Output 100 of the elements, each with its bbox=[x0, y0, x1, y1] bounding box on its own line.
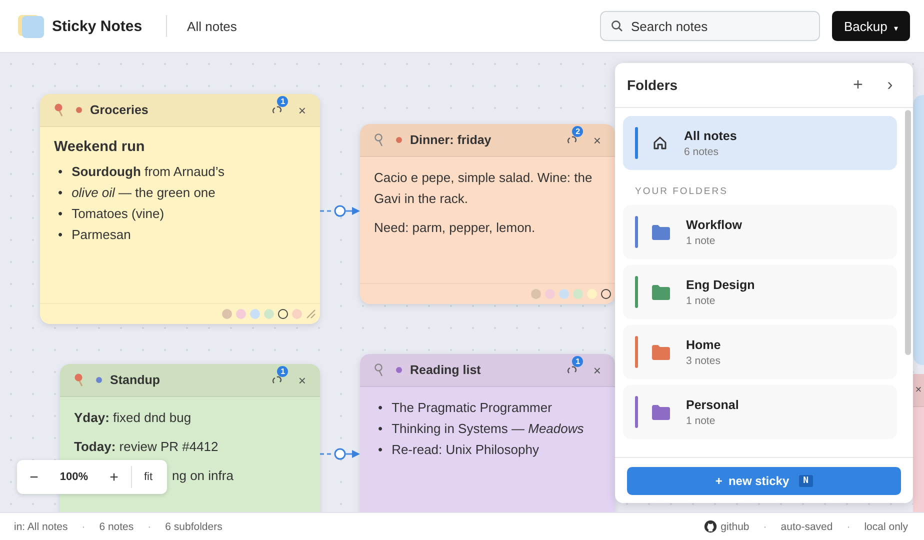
folder-item[interactable]: Eng Design 1 note bbox=[623, 265, 897, 319]
color-swatch[interactable] bbox=[601, 289, 611, 299]
link-count-badge: 1 bbox=[277, 96, 288, 107]
resize-handle-icon[interactable] bbox=[306, 309, 316, 319]
list-item: Sourdough from Arnaud’s bbox=[72, 163, 224, 181]
bullet: • bbox=[378, 420, 383, 438]
folder-color-bar bbox=[635, 127, 638, 159]
color-swatch[interactable] bbox=[531, 289, 541, 299]
logo-icon bbox=[17, 14, 44, 38]
status-text: local only bbox=[864, 520, 908, 532]
color-swatch[interactable] bbox=[236, 309, 246, 319]
bullet: • bbox=[378, 399, 383, 417]
panel-title: Folders bbox=[627, 77, 678, 93]
section-label: YOUR FOLDERS bbox=[635, 186, 729, 197]
bullet: • bbox=[58, 184, 63, 202]
zoom-out-button[interactable]: − bbox=[23, 468, 45, 486]
note-count: 3 notes bbox=[686, 354, 721, 366]
color-swatch[interactable] bbox=[278, 309, 288, 319]
breadcrumb[interactable]: All notes bbox=[187, 18, 237, 34]
note-title: Reading list bbox=[410, 363, 481, 377]
sticky-note[interactable]: Reading list 1 × • The Pragmatic Programmer • Thinking in Systems — Meadows • Re-read: Unix Philosophy bbox=[360, 354, 615, 512]
search-field[interactable]: Search notes bbox=[600, 11, 820, 41]
folder-icon bbox=[652, 284, 670, 300]
connector-drawing bbox=[320, 205, 360, 217]
folder-icon bbox=[652, 344, 670, 360]
note-count: 1 note bbox=[686, 234, 716, 246]
link-icon[interactable] bbox=[567, 135, 578, 145]
list-item: Parmesan bbox=[72, 226, 131, 244]
note-text: ng on infra bbox=[172, 468, 234, 483]
link-icon[interactable] bbox=[272, 105, 282, 115]
new-sticky-button[interactable]: + new sticky N bbox=[627, 466, 901, 494]
color-swatch[interactable] bbox=[264, 309, 274, 319]
sticky-note[interactable]: Groceries 1 × Weekend run • Sourdough from Arnaud’s • olive oil — the green one • Tomatoes (vine) • Parmesan bbox=[40, 94, 320, 324]
link-count-badge: 1 bbox=[572, 356, 584, 367]
note-text: Today: review PR #4412 bbox=[74, 438, 220, 456]
note-text: Cacio e pepe, simple salad. Wine: the Gavi in the rack. bbox=[374, 169, 594, 208]
pin-icon[interactable] bbox=[374, 363, 384, 377]
folder-name: Personal bbox=[686, 398, 739, 412]
color-swatch[interactable] bbox=[292, 309, 302, 319]
color-swatch[interactable] bbox=[222, 309, 232, 319]
bullet: • bbox=[58, 163, 63, 181]
list-item: Re-read: Unix Philosophy bbox=[392, 441, 539, 459]
separator-dot: · bbox=[846, 520, 850, 532]
link-count-badge: 2 bbox=[572, 126, 584, 137]
zoom-level: 100% bbox=[58, 471, 90, 483]
bullet: • bbox=[58, 205, 63, 223]
list-item: Tomatoes (vine) bbox=[72, 205, 164, 223]
folder-icon bbox=[652, 404, 670, 420]
note-count: 1 note bbox=[686, 294, 716, 306]
connector-drawing bbox=[320, 448, 360, 460]
note-count: 6 notes bbox=[684, 146, 720, 158]
list-item: olive oil — the green one bbox=[72, 184, 216, 202]
note-count: 1 note bbox=[686, 414, 716, 426]
close-button[interactable]: × bbox=[296, 372, 308, 388]
status-text: 6 subfolders bbox=[165, 520, 222, 532]
close-button[interactable]: × bbox=[591, 132, 603, 148]
folder-item[interactable]: Workflow 1 note bbox=[623, 205, 897, 259]
note-heading: Weekend run bbox=[54, 139, 146, 155]
sticky-note[interactable]: × bbox=[913, 374, 924, 512]
close-button[interactable]: × bbox=[591, 362, 603, 378]
status-text: in: All notes bbox=[14, 520, 68, 532]
color-swatch[interactable] bbox=[250, 309, 260, 319]
github-icon bbox=[704, 520, 717, 533]
note-title: Groceries bbox=[90, 103, 148, 117]
folder-item[interactable]: Home 3 notes bbox=[623, 325, 897, 379]
link-icon[interactable] bbox=[272, 375, 282, 385]
close-button[interactable]: × bbox=[296, 102, 308, 118]
github-link[interactable]: github bbox=[704, 520, 750, 533]
color-swatch[interactable] bbox=[573, 289, 583, 299]
collapse-button[interactable]: › bbox=[879, 74, 901, 96]
folder-icon bbox=[652, 224, 670, 240]
bullet: • bbox=[378, 441, 383, 459]
color-swatch[interactable] bbox=[559, 289, 569, 299]
note-title: Standup bbox=[110, 373, 160, 387]
backup-button[interactable]: Backup ▾ bbox=[832, 11, 910, 41]
folder-name: Home bbox=[686, 338, 721, 352]
status-text: auto-saved bbox=[780, 520, 833, 532]
list-item: Thinking in Systems — Meadows bbox=[392, 420, 584, 438]
link-icon[interactable] bbox=[567, 365, 578, 375]
add-folder-button[interactable]: + bbox=[847, 74, 869, 96]
separator-dot: · bbox=[148, 520, 152, 532]
bullet: • bbox=[58, 226, 63, 244]
pin-icon[interactable] bbox=[74, 373, 84, 387]
sticky-note[interactable]: Dinner: friday 2 × Cacio e pepe, simple salad. Wine: the Gavi in the rack. Need: parm, pepper, lemon. bbox=[360, 124, 615, 304]
link-count-badge: 1 bbox=[277, 366, 288, 377]
separator-dot: · bbox=[82, 520, 86, 532]
app-title: Sticky Notes bbox=[52, 18, 142, 34]
fit-button[interactable]: fit bbox=[138, 470, 159, 484]
folder-item[interactable]: All notes 6 notes bbox=[623, 116, 897, 170]
shortcut-key: N bbox=[799, 474, 813, 486]
pin-icon[interactable] bbox=[374, 133, 384, 147]
separator-dot: · bbox=[763, 520, 767, 532]
folder-name: Eng Design bbox=[686, 278, 755, 292]
zoom-in-button[interactable]: + bbox=[103, 468, 125, 486]
folder-name: All notes bbox=[684, 128, 737, 142]
scrollbar[interactable] bbox=[905, 110, 911, 355]
pin-icon[interactable] bbox=[54, 103, 64, 117]
folder-name: Workflow bbox=[686, 218, 742, 232]
folder-item[interactable]: Personal 1 note bbox=[623, 385, 897, 439]
status-text: 6 notes bbox=[99, 520, 134, 532]
